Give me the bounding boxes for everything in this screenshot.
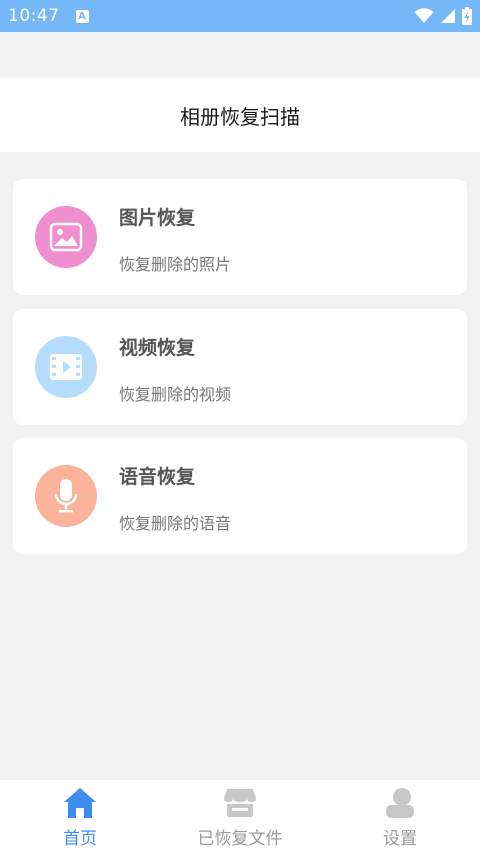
card-title: 语音恢复 [119, 466, 196, 488]
notification-a-icon: A [75, 9, 89, 23]
bottom-tab-bar: 首页 已恢复文件 设置 [0, 780, 480, 855]
microphone-icon [35, 465, 97, 527]
image-icon [35, 206, 97, 268]
tab-label: 已恢复文件 [197, 829, 283, 849]
store-icon [224, 789, 256, 817]
card-subtitle: 恢复删除的语音 [119, 514, 232, 533]
status-time: 10:47 [8, 6, 60, 26]
card-subtitle: 恢复删除的照片 [119, 255, 232, 274]
tab-home[interactable]: 首页 [0, 780, 160, 855]
page-header: 相册恢复扫描 [0, 78, 480, 152]
card-title: 图片恢复 [119, 207, 196, 229]
status-bar: 10:47 A [0, 0, 480, 32]
battery-charging-icon [462, 7, 472, 25]
voice-recovery-card[interactable]: 语音恢复 恢复删除的语音 [13, 438, 467, 554]
tab-recovered-files[interactable]: 已恢复文件 [160, 780, 320, 855]
tab-label: 设置 [383, 829, 417, 849]
image-recovery-card[interactable]: 图片恢复 恢复删除的照片 [13, 179, 467, 295]
user-icon [386, 788, 414, 818]
tab-label: 首页 [63, 829, 97, 849]
card-subtitle: 恢复删除的视频 [119, 385, 232, 404]
home-icon [64, 788, 96, 818]
cellular-signal-icon [441, 9, 455, 23]
tab-settings[interactable]: 设置 [320, 780, 480, 855]
page-title: 相册恢复扫描 [180, 104, 300, 129]
card-title: 视频恢复 [119, 337, 196, 359]
video-recovery-card[interactable]: 视频恢复 恢复删除的视频 [13, 309, 467, 425]
wifi-icon [414, 8, 434, 23]
video-icon [35, 336, 97, 398]
